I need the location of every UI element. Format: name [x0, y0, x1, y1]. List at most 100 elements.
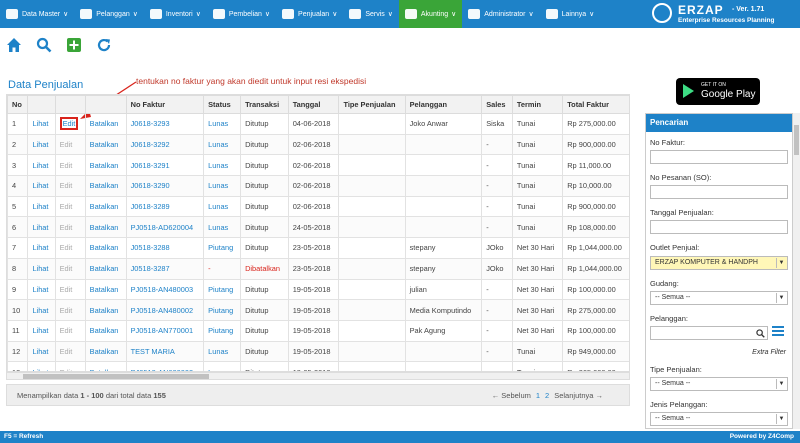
nav-item-data-master[interactable]: Data Master ∨: [0, 0, 74, 28]
pelanggan-input[interactable]: [650, 326, 768, 340]
records-info: Menampilkan data 1 - 100 dari total data…: [17, 391, 166, 400]
view-link[interactable]: Lihat: [32, 347, 48, 356]
no-faktur-input[interactable]: [650, 150, 788, 164]
list-icon[interactable]: [772, 326, 784, 336]
cancel-link[interactable]: Batalkan: [90, 243, 119, 252]
term-cell: Tunai: [516, 160, 536, 170]
date-cell-cell: 18-05-2018: [287, 361, 340, 371]
prev-page-link[interactable]: ← Sebelum: [492, 391, 531, 400]
sales-cell-cell: JOko: [481, 237, 513, 259]
view-link[interactable]: Lihat: [32, 285, 48, 294]
invoice-number-link-cell: PJ0518-AN480003: [125, 278, 205, 301]
edit-link[interactable]: Edit: [59, 117, 79, 131]
jenis-select[interactable]: -- Semua -- ▼: [650, 412, 788, 426]
view-link[interactable]: Lihat: [32, 140, 48, 149]
cancel-link[interactable]: Batalkan: [90, 140, 119, 149]
status-cell-cell: -: [203, 257, 242, 280]
invoice-number-link[interactable]: J0618-3293: [131, 119, 170, 128]
cancel-link[interactable]: Batalkan: [90, 223, 119, 232]
edit-link[interactable]: Edit: [60, 181, 73, 190]
sales-table-container[interactable]: No No Faktur Status Transaksi Tanggal Tipe Pe…: [6, 94, 630, 372]
view-link[interactable]: Lihat: [32, 119, 48, 128]
view-link[interactable]: Lihat: [32, 326, 48, 335]
edit-link[interactable]: Edit: [60, 264, 73, 273]
total-cell: Rp 275,000.00: [567, 119, 616, 129]
view-link[interactable]: Lihat: [32, 264, 48, 273]
sales-cell: -: [486, 305, 489, 315]
view-link[interactable]: Lihat: [32, 161, 48, 170]
cancel-link[interactable]: Batalkan: [90, 161, 119, 170]
tipe-select[interactable]: -- Semua -- ▼: [650, 377, 788, 391]
google-play-badge[interactable]: GET IT ON Google Play: [676, 78, 760, 105]
nav-item-administrator[interactable]: Administrator ∨: [462, 0, 539, 28]
cancel-link[interactable]: Batalkan: [90, 306, 119, 315]
view-link[interactable]: Lihat: [32, 181, 48, 190]
edit-link[interactable]: Edit: [60, 140, 73, 149]
edit-link[interactable]: Edit: [60, 202, 73, 211]
gudang-select[interactable]: -- Semua -- ▼: [650, 291, 788, 305]
cancel-link[interactable]: Batalkan: [90, 264, 119, 273]
nav-item-label: Lainnya: [561, 10, 587, 18]
outlet-value: ERZAP KOMPUTER & HANDPH: [655, 259, 758, 266]
cancel-link[interactable]: Batalkan: [90, 285, 119, 294]
cancel-link[interactable]: Batalkan: [90, 326, 119, 335]
sales-cell: -: [486, 160, 489, 170]
nav-item-pelanggan[interactable]: Pelanggan ∨: [74, 0, 144, 28]
view-link[interactable]: Lihat: [32, 202, 48, 211]
edit-link[interactable]: Edit: [60, 285, 73, 294]
edit-link[interactable]: Edit: [60, 243, 73, 252]
scrollbar-thumb[interactable]: [23, 374, 209, 379]
home-button[interactable]: [2, 33, 26, 57]
horizontal-scrollbar[interactable]: [6, 372, 630, 380]
page-1-link[interactable]: 1: [536, 391, 540, 400]
invoice-number-link[interactable]: J0618-3289: [131, 202, 170, 211]
nav-item-penjualan[interactable]: Penjualan ∨: [276, 0, 343, 28]
invoice-number-link[interactable]: J0518-3287: [131, 264, 170, 273]
invoice-number-link[interactable]: J0518-3288: [131, 243, 170, 252]
edit-link[interactable]: Edit: [60, 223, 73, 232]
tanggal-input[interactable]: [650, 220, 788, 234]
view-link[interactable]: Lihat: [32, 243, 48, 252]
term-cell-cell: Net 30 Hari: [511, 299, 564, 321]
status-cell: -: [208, 264, 211, 274]
column-header[interactable]: No: [7, 95, 29, 114]
nav-item-inventori[interactable]: Inventori ∨: [144, 0, 207, 28]
cancel-link[interactable]: Batalkan: [90, 347, 119, 356]
view-link[interactable]: Lihat: [32, 223, 48, 232]
edit-link[interactable]: Edit: [60, 306, 73, 315]
nav-item-akunting[interactable]: Akunting ∨: [398, 0, 463, 28]
scrollbar-thumb[interactable]: [794, 125, 799, 155]
next-page-link[interactable]: Selanjutnya →: [554, 391, 603, 400]
edit-link[interactable]: Edit: [60, 161, 73, 170]
page-2-link[interactable]: 2: [545, 391, 549, 400]
nav-item-lainnya[interactable]: Lainnya ∨: [540, 0, 601, 28]
add-button[interactable]: [62, 33, 86, 57]
vertical-scrollbar[interactable]: [793, 113, 800, 429]
invoice-number-link[interactable]: PJ0518-AD620004: [131, 223, 193, 232]
invoice-number-link[interactable]: J0618-3290: [131, 181, 170, 190]
invoice-number-link[interactable]: TEST MARIA: [131, 347, 175, 356]
cancel-link[interactable]: Batalkan: [90, 202, 119, 211]
sales-cell-cell: -: [481, 175, 513, 197]
nav-item-servis[interactable]: Servis ∨: [343, 0, 399, 28]
refresh-button[interactable]: [92, 33, 116, 57]
no-pesanan-input[interactable]: [650, 185, 788, 199]
search-button[interactable]: [32, 33, 56, 57]
invoice-number-link[interactable]: PJ0518-AN480003: [131, 285, 193, 294]
status-cell: Lunas: [208, 202, 229, 212]
edit-link[interactable]: Edit: [60, 326, 73, 335]
cancel-link[interactable]: Batalkan: [90, 119, 119, 128]
invoice-number-link[interactable]: J0618-3291: [131, 161, 170, 170]
nav-item-pembelian[interactable]: Pembelian ∨: [207, 0, 276, 28]
cancel-link[interactable]: Batalkan: [90, 181, 119, 190]
invoice-number-link[interactable]: PJ0518-AN480002: [131, 306, 193, 315]
invoice-number-link[interactable]: PJ0518-AN770001: [131, 326, 193, 335]
view-link[interactable]: Lihat: [32, 306, 48, 315]
edit-link[interactable]: Edit: [60, 347, 73, 356]
extra-filter-link[interactable]: Extra Filter: [752, 349, 786, 356]
date-cell: 02-06-2018: [292, 202, 331, 212]
invoice-number-link[interactable]: J0618-3292: [131, 140, 170, 149]
outlet-select[interactable]: ERZAP KOMPUTER & HANDPH ▼: [650, 256, 788, 270]
total-cell-cell: Rp 900,000.00: [562, 133, 629, 156]
document-icon: [282, 9, 295, 19]
